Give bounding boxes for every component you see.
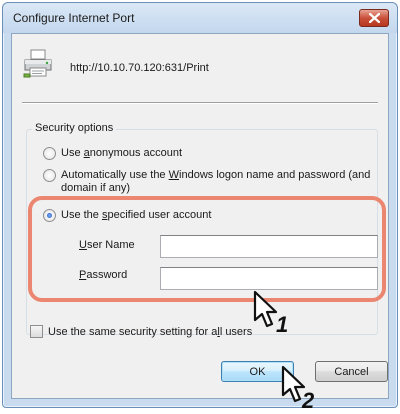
radio-button[interactable] xyxy=(43,169,56,182)
radio-button-selected[interactable] xyxy=(43,209,56,222)
printer-icon xyxy=(23,49,52,78)
radio-button[interactable] xyxy=(43,147,56,160)
radio-anonymous-account[interactable]: Use anonymous account xyxy=(43,147,182,160)
radio-label: Automatically use the Windows logon name… xyxy=(61,169,371,194)
password-input[interactable] xyxy=(160,267,378,290)
window-title: Configure Internet Port xyxy=(13,11,135,25)
separator xyxy=(22,102,378,104)
step-2-label: 2 xyxy=(302,388,315,413)
dialog-body: http://10.10.70.120:631/Print Security o… xyxy=(11,33,389,399)
same-security-checkbox[interactable] xyxy=(30,325,43,338)
title-bar[interactable]: Configure Internet Port xyxy=(3,3,397,33)
close-button[interactable] xyxy=(359,9,389,27)
close-icon xyxy=(368,13,380,23)
security-options-legend: Security options xyxy=(32,122,117,134)
dialog-window: Configure Internet Port http://10.10.70.… xyxy=(2,2,398,408)
user-name-label: User Name xyxy=(79,239,135,251)
radio-specified-user-account[interactable]: Use the specified user account xyxy=(43,209,211,222)
user-name-input[interactable] xyxy=(160,235,378,258)
password-label: Password xyxy=(79,269,128,281)
port-url: http://10.10.70.120:631/Print xyxy=(70,62,209,74)
radio-label: Use the specified user account xyxy=(61,209,212,221)
pointer-cursor-icon xyxy=(253,290,278,328)
same-security-setting-checkbox-row[interactable]: Use the same security setting for all us… xyxy=(30,325,252,338)
same-security-label: Use the same security setting for all us… xyxy=(48,325,253,338)
radio-label: Use anonymous account xyxy=(61,147,183,159)
cancel-button[interactable]: Cancel xyxy=(315,361,388,382)
radio-windows-logon[interactable]: Automatically use the Windows logon name… xyxy=(43,169,370,195)
step-1-label: 1 xyxy=(276,312,289,337)
